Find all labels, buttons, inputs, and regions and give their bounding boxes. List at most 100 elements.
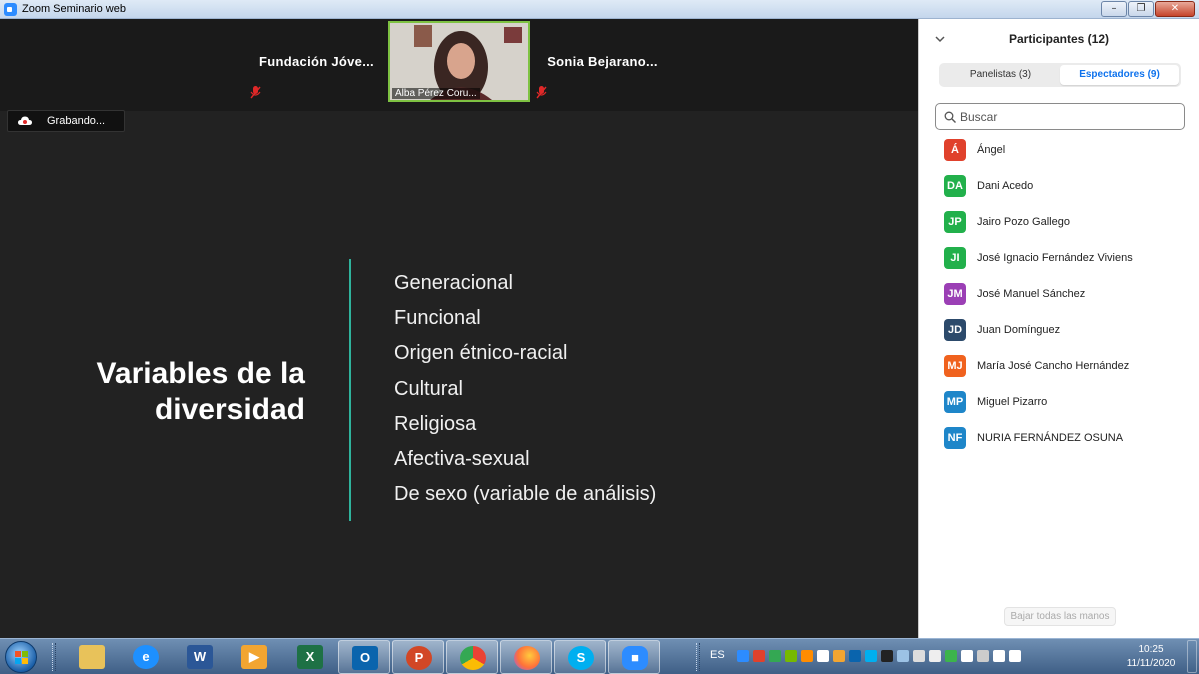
minimize-button[interactable]: – xyxy=(1101,1,1127,17)
participant-list-item[interactable]: DA Dani Acedo xyxy=(919,175,1199,211)
volume-icon[interactable] xyxy=(993,650,1005,662)
taskbar-app-powerpoint[interactable]: P xyxy=(392,640,444,674)
taskbar-app-internet-explorer[interactable]: e xyxy=(120,640,172,674)
tray-flag-icon[interactable] xyxy=(961,650,973,662)
clock-time: 10:25 xyxy=(1138,644,1164,655)
participant-list: Á Ángel DA Dani Acedo JP Jairo Pozo Gall… xyxy=(919,139,1199,463)
video-tile[interactable]: Sonia Bejarano... xyxy=(532,21,673,102)
tray-check-icon[interactable] xyxy=(769,650,781,662)
excel-icon: X xyxy=(297,645,323,669)
clock-date: 11/11/2020 xyxy=(1126,658,1176,669)
taskbar-app-excel[interactable]: X xyxy=(284,640,336,674)
tray-app-icon[interactable] xyxy=(929,650,941,662)
language-indicator[interactable]: ES xyxy=(710,649,725,661)
participant-name: Ángel xyxy=(977,144,1006,156)
tray-app-icon[interactable] xyxy=(977,650,989,662)
tray-app-icon[interactable] xyxy=(753,650,765,662)
taskbar-app-outlook[interactable]: O xyxy=(338,640,390,674)
participant-name: José Manuel Sánchez xyxy=(977,288,1086,300)
outlook-icon: O xyxy=(352,646,378,670)
slide-list-item: Generacional xyxy=(394,272,513,294)
window-title: Zoom Seminario web xyxy=(22,3,126,15)
participant-name: NURIA FERNÁNDEZ OSUNA xyxy=(977,432,1124,444)
internet-explorer-icon: e xyxy=(133,645,159,669)
taskbar-app-chrome[interactable] xyxy=(446,640,498,674)
windows-flag-icon xyxy=(15,651,28,664)
participant-tabs: Panelistas (3) Espectadores (9) xyxy=(939,63,1181,87)
avatar: Á xyxy=(944,139,966,161)
show-desktop-button[interactable] xyxy=(1187,640,1197,673)
lower-all-hands-button[interactable]: Bajar todas las manos xyxy=(1004,607,1116,626)
video-tile-active-speaker[interactable]: Alba Pérez Coru... xyxy=(388,21,530,102)
participant-name: Miguel Pizarro xyxy=(977,396,1048,408)
participant-list-item[interactable]: NF NURIA FERNÁNDEZ OSUNA xyxy=(919,427,1199,463)
tray-app-icon[interactable] xyxy=(881,650,893,662)
chrome-icon xyxy=(460,646,486,670)
participant-list-item[interactable]: MJ María José Cancho Hernández xyxy=(919,355,1199,391)
tray-app-icon[interactable] xyxy=(785,650,797,662)
taskbar-app-media-player[interactable]: ▶ xyxy=(228,640,280,674)
avatar: JP xyxy=(944,211,966,233)
powerpoint-icon: P xyxy=(406,646,432,670)
tray-office-icon[interactable] xyxy=(801,650,813,662)
slide-bullet-list: Generacional Funcional Origen étnico-rac… xyxy=(394,269,656,515)
tray-shield-icon[interactable] xyxy=(945,650,957,662)
slide-list-item: Cultural xyxy=(394,377,463,400)
participant-list-item[interactable]: JM José Manuel Sánchez xyxy=(919,283,1199,319)
word-icon: W xyxy=(187,645,213,669)
taskbar-app-file-explorer[interactable] xyxy=(66,640,118,674)
tray-upload-icon[interactable] xyxy=(817,650,829,662)
slide-title: Variables de la diversidad xyxy=(96,357,305,426)
participants-panel: Participantes (12) Panelistas (3) Espect… xyxy=(918,19,1199,638)
slide-divider xyxy=(349,259,351,521)
close-button[interactable]: ✕ xyxy=(1155,1,1195,17)
participant-name: Sonia Bejarano... xyxy=(547,54,658,69)
taskbar-app-skype[interactable]: S xyxy=(554,640,606,674)
muted-mic-icon xyxy=(250,86,261,99)
tray-app-icon[interactable] xyxy=(833,650,845,662)
participant-list-item[interactable]: JD Juan Domínguez xyxy=(919,319,1199,355)
window-title-bar: Zoom Seminario web – ❐ ✕ xyxy=(0,0,1199,19)
recording-indicator[interactable]: Grabando... xyxy=(7,110,125,132)
window-controls: – ❐ ✕ xyxy=(1101,1,1195,17)
start-button[interactable] xyxy=(5,641,37,673)
participant-name: Fundación Jóve... xyxy=(259,54,374,69)
participant-list-item[interactable]: Á Ángel xyxy=(919,139,1199,175)
participant-name: Alba Pérez Coru... xyxy=(392,88,480,99)
search-input[interactable] xyxy=(960,108,1170,126)
tray-monitor-icon[interactable] xyxy=(913,650,925,662)
slide-list-item: Origen étnico-racial xyxy=(394,342,568,365)
participant-list-item[interactable]: MP Miguel Pizarro xyxy=(919,391,1199,427)
participant-list-item[interactable]: JP Jairo Pozo Gallego xyxy=(919,211,1199,247)
taskbar-grip xyxy=(52,643,56,671)
participant-name: Dani Acedo xyxy=(977,180,1034,192)
avatar: MJ xyxy=(944,355,966,377)
tab-attendees[interactable]: Espectadores (9) xyxy=(1060,65,1179,85)
video-tile[interactable]: Fundación Jóve... xyxy=(246,21,387,102)
meeting-main-area: Fundación Jóve... Alba Pérez Coru... Son… xyxy=(0,19,918,638)
tray-zoom-icon[interactable] xyxy=(737,650,749,662)
tray-app-icon[interactable] xyxy=(897,650,909,662)
clock[interactable]: 10:25 11/11/2020 xyxy=(1120,643,1182,671)
taskbar-app-firefox[interactable] xyxy=(500,640,552,674)
tray-outlook-icon[interactable] xyxy=(865,650,877,662)
video-strip: Fundación Jóve... Alba Pérez Coru... Son… xyxy=(0,19,918,111)
media-player-icon: ▶ xyxy=(241,645,267,669)
avatar: NF xyxy=(944,427,966,449)
participant-search[interactable] xyxy=(935,103,1185,130)
file-explorer-icon xyxy=(79,645,105,669)
tray-onedrive-icon[interactable] xyxy=(849,650,861,662)
tab-panelists[interactable]: Panelistas (3) xyxy=(941,65,1060,85)
zoom-logo-icon xyxy=(4,3,17,16)
maximize-button[interactable]: ❐ xyxy=(1128,1,1154,17)
recording-label: Grabando... xyxy=(47,115,106,127)
taskbar: e W ▶ X O P S ■ ES 10:25 11/11/2020 xyxy=(0,638,1199,674)
avatar: MP xyxy=(944,391,966,413)
participant-list-item[interactable]: JI José Ignacio Fernández Viviens xyxy=(919,247,1199,283)
avatar: JD xyxy=(944,319,966,341)
muted-mic-icon xyxy=(536,86,547,99)
participant-name: María José Cancho Hernández xyxy=(977,360,1130,372)
network-icon[interactable] xyxy=(1009,650,1021,662)
taskbar-app-word[interactable]: W xyxy=(174,640,226,674)
taskbar-app-zoom[interactable]: ■ xyxy=(608,640,660,674)
